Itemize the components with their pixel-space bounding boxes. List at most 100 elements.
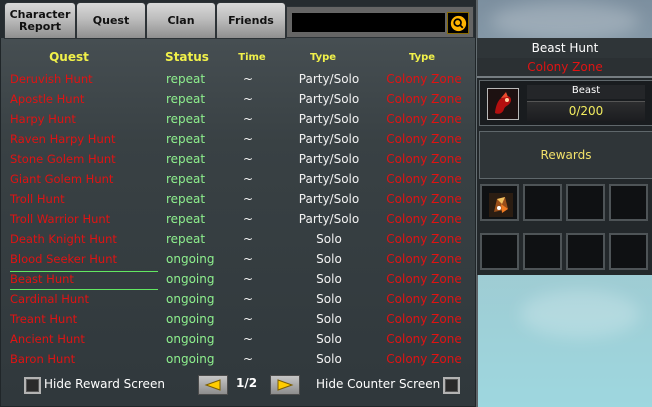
quest-row[interactable]: Raven Harpy Hunt repeat ~ Party/Solo Col… (6, 130, 476, 150)
left-triangle-arrow-icon (204, 379, 221, 391)
tab-clan[interactable]: Clan (146, 2, 216, 39)
quest-name: Raven Harpy Hunt (10, 132, 116, 146)
search-input[interactable] (291, 12, 446, 33)
quest-status: ongoing (166, 272, 215, 286)
quest-name: Treant Hunt (10, 312, 78, 326)
quest-name: Giant Golem Hunt (10, 172, 114, 186)
quest-time: ~ (242, 172, 254, 186)
quest-status: ongoing (166, 252, 215, 266)
quest-status: ongoing (166, 332, 215, 346)
quest-time: ~ (242, 312, 254, 326)
quest-status: repeat (166, 212, 206, 226)
detail-title: Beast Hunt (477, 38, 652, 59)
quest-time: ~ (242, 332, 254, 346)
header-zone-type: Type (408, 52, 436, 63)
quest-time: ~ (242, 92, 254, 106)
quest-time: ~ (242, 352, 254, 366)
quest-time: ~ (242, 292, 254, 306)
quest-name: Ancient Hunt (10, 332, 85, 346)
quest-time: ~ (242, 112, 254, 126)
quest-zone: Colony Zone (386, 132, 462, 146)
quest-row[interactable]: Death Knight Hunt repeat ~ Solo Colony Z… (6, 230, 476, 250)
quest-zone: Colony Zone (386, 192, 462, 206)
quest-zone: Colony Zone (386, 72, 462, 86)
quest-time: ~ (242, 232, 254, 246)
reward-slot-8[interactable] (609, 233, 648, 270)
quest-row[interactable]: Giant Golem Hunt repeat ~ Party/Solo Col… (6, 170, 476, 190)
tab-character-report-label: Character Report (9, 7, 71, 33)
quest-zone: Colony Zone (386, 172, 462, 186)
quest-zone: Colony Zone (386, 232, 462, 246)
quest-party-type: Party/Solo (298, 152, 360, 166)
quest-time: ~ (242, 212, 254, 226)
selected-row-bottom-line (10, 289, 158, 290)
reward-slot-4[interactable] (609, 184, 648, 221)
quest-row[interactable]: Stone Golem Hunt repeat ~ Party/Solo Col… (6, 150, 476, 170)
quest-row[interactable]: Treant Hunt ongoing ~ Solo Colony Zone (6, 310, 476, 330)
quest-status: ongoing (166, 292, 215, 306)
quest-time: ~ (242, 192, 254, 206)
reward-slot-5[interactable] (480, 233, 519, 270)
quest-time: ~ (242, 252, 254, 266)
quest-party-type: Solo (316, 332, 342, 346)
reward-slot-6[interactable] (523, 233, 562, 270)
reward-slot-1[interactable] (480, 184, 519, 221)
reward-slot-2[interactable] (523, 184, 562, 221)
quest-table: Quest Status Time Type Type Deruvish Hun… (6, 40, 470, 370)
reward-slot-7[interactable] (566, 233, 605, 270)
search-icon (450, 15, 466, 31)
quest-zone: Colony Zone (386, 312, 462, 326)
tab-character-report[interactable]: Character Report (4, 2, 76, 39)
quest-row[interactable]: Troll Hunt repeat ~ Party/Solo Colony Zo… (6, 190, 476, 210)
quest-status: ongoing (166, 312, 215, 326)
quest-name: Troll Hunt (10, 192, 65, 206)
quest-party-type: Party/Solo (298, 92, 360, 106)
search-button[interactable] (447, 12, 469, 34)
quest-status: repeat (166, 92, 206, 106)
quest-party-type: Party/Solo (298, 72, 360, 86)
tab-clan-label: Clan (167, 13, 195, 27)
quest-name: Troll Warrior Hunt (10, 212, 111, 226)
hide-reward-checkbox[interactable] (24, 377, 41, 394)
quest-status: repeat (166, 172, 206, 186)
quest-name: Harpy Hunt (10, 112, 76, 126)
quest-row[interactable]: Troll Warrior Hunt repeat ~ Party/Solo C… (6, 210, 476, 230)
quest-name: Deruvish Hunt (10, 72, 93, 86)
quest-party-type: Party/Solo (298, 172, 360, 186)
quest-time: ~ (242, 272, 254, 286)
search-bar (286, 6, 474, 38)
next-page-button[interactable] (270, 375, 300, 395)
quest-party-type: Solo (316, 232, 342, 246)
quest-row[interactable]: Blood Seeker Hunt ongoing ~ Solo Colony … (6, 250, 476, 270)
tab-quest[interactable]: Quest (76, 2, 146, 39)
tab-quest-label: Quest (92, 13, 130, 27)
quest-row[interactable]: Apostle Hunt repeat ~ Party/Solo Colony … (6, 90, 476, 110)
header-quest: Quest (49, 50, 89, 64)
quest-name: Stone Golem Hunt (10, 152, 116, 166)
quest-zone: Colony Zone (386, 332, 462, 346)
quest-zone: Colony Zone (386, 272, 462, 286)
quest-time: ~ (242, 152, 254, 166)
page-indicator: 1/2 (236, 376, 258, 390)
quest-status: repeat (166, 132, 206, 146)
quest-party-type: Solo (316, 272, 342, 286)
quest-name: Blood Seeker Hunt (10, 252, 118, 266)
quest-zone: Colony Zone (386, 92, 462, 106)
hide-counter-checkbox[interactable] (443, 377, 460, 394)
quest-row[interactable]: Harpy Hunt repeat ~ Party/Solo Colony Zo… (6, 110, 476, 130)
reward-slot-3[interactable] (566, 184, 605, 221)
quest-row[interactable]: Baron Hunt ongoing ~ Solo Colony Zone (6, 350, 476, 370)
quest-row[interactable]: Beast Hunt ongoing ~ Solo Colony Zone (6, 270, 476, 290)
quest-row[interactable]: Cardinal Hunt ongoing ~ Solo Colony Zone (6, 290, 476, 310)
quest-detail-panel: Beast Hunt Colony Zone Beast 0/200 Rewar… (476, 38, 652, 275)
quest-name: Baron Hunt (10, 352, 76, 366)
prev-page-button[interactable] (198, 375, 228, 395)
quest-zone: Colony Zone (386, 152, 462, 166)
quest-zone: Colony Zone (386, 112, 462, 126)
header-time: Time (238, 52, 266, 63)
quest-row[interactable]: Ancient Hunt ongoing ~ Solo Colony Zone (6, 330, 476, 350)
quest-row[interactable]: Deruvish Hunt repeat ~ Party/Solo Colony… (6, 70, 476, 90)
tab-friends[interactable]: Friends (216, 2, 286, 39)
quest-party-type: Solo (316, 312, 342, 326)
quest-party-type: Party/Solo (298, 212, 360, 226)
